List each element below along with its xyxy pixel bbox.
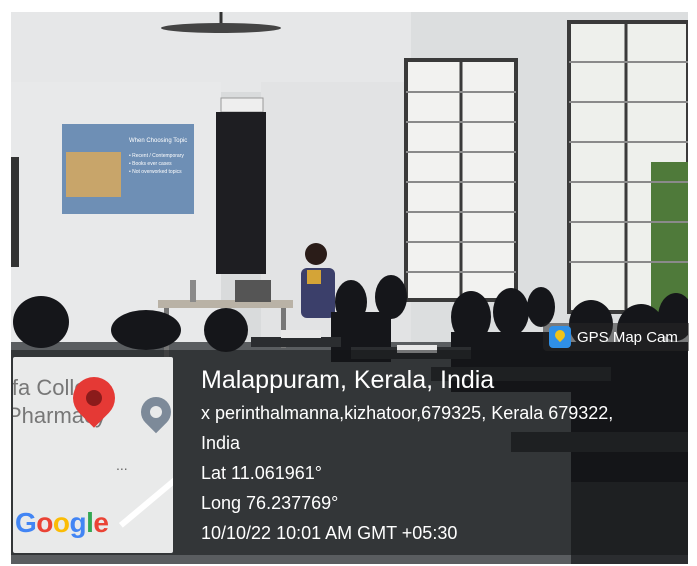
address-line-1: x perinthalmanna,kizhatoor,679325, Keral… xyxy=(201,403,614,423)
map-thumbnail[interactable]: ifa College Pharmacy ... Google xyxy=(13,357,173,553)
google-logo: Google xyxy=(15,507,109,538)
teacher-desk xyxy=(158,300,293,308)
datetime: 10/10/22 10:01 AM GMT +05:30 xyxy=(201,523,458,543)
location-title: Malappuram, Kerala, India xyxy=(201,366,495,394)
curtain xyxy=(216,112,266,274)
laptop xyxy=(235,280,271,302)
map-place-marker-icon xyxy=(134,390,173,434)
longitude: Long 76.237769° xyxy=(201,493,339,513)
badge-label: GPS Map Cam xyxy=(577,328,678,346)
latitude: Lat 11.061961° xyxy=(201,463,322,483)
map-ellipsis: ... xyxy=(116,457,128,473)
gps-map-cam-badge: GPS Map Cam xyxy=(543,323,689,351)
address-line-2: India xyxy=(201,433,241,453)
slide-bullet-1: • Recent / Contemporary xyxy=(129,153,184,159)
gps-map-cam-logo-icon xyxy=(549,326,571,348)
slide-heading: When Choosing Topic xyxy=(129,138,187,144)
slide-bullet-3: • Not overworked topics xyxy=(129,169,182,175)
slide-bullet-2: • Books ever cases xyxy=(129,161,172,167)
location-info: Malappuram, Kerala, India x perinthalman… xyxy=(201,362,613,548)
